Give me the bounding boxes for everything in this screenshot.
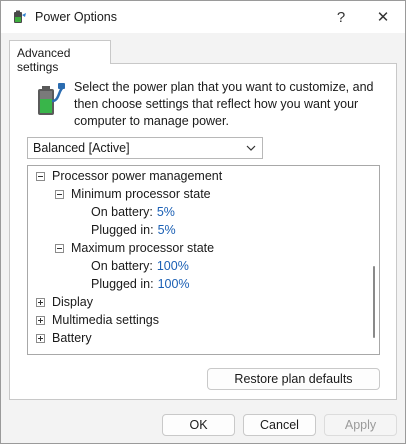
tab-label: Advanced settings [17, 46, 71, 74]
power-plan-value: Balanced [Active] [33, 141, 130, 155]
tree-item-maximum-processor-state[interactable]: Maximum processor state [55, 239, 214, 257]
min-on-battery-setting: On battery: 5% [91, 203, 175, 221]
tree-item-label: Multimedia settings [52, 313, 159, 327]
min-plugged-in-value[interactable]: 5% [158, 223, 176, 237]
cancel-button[interactable]: Cancel [243, 414, 316, 436]
expand-icon[interactable] [36, 333, 45, 343]
tree-item-multimedia-settings[interactable]: Multimedia settings [36, 311, 159, 329]
close-button[interactable]: ✕ [361, 1, 405, 33]
collapse-icon[interactable] [55, 243, 64, 253]
collapse-icon[interactable] [55, 189, 64, 199]
tree-item-battery[interactable]: Battery [36, 329, 92, 347]
min-on-battery-value[interactable]: 5% [157, 205, 175, 219]
apply-button[interactable]: Apply [324, 414, 397, 436]
description-text: Select the power plan that you want to c… [74, 80, 374, 128]
tree-item-label: Maximum processor state [71, 241, 215, 255]
settings-tree[interactable]: Processor power management Minimum proce… [27, 165, 380, 355]
tree-scrollbar[interactable] [368, 166, 379, 354]
scrollbar-thumb[interactable] [373, 266, 375, 338]
power-options-window: Power Options ? ✕ Advanced settings Sele… [0, 0, 406, 444]
setting-label: Plugged in: [91, 223, 154, 237]
max-on-battery-setting: On battery: 100% [91, 257, 189, 275]
tree-item-display[interactable]: Display [36, 293, 93, 311]
tree-item-label: Minimum processor state [71, 187, 211, 201]
tree-item-minimum-processor-state[interactable]: Minimum processor state [55, 185, 211, 203]
setting-label: On battery: [91, 205, 153, 219]
ok-button[interactable]: OK [162, 414, 235, 436]
expand-icon[interactable] [36, 315, 45, 325]
restore-plan-defaults-button[interactable]: Restore plan defaults [207, 368, 380, 390]
tree-item-label: Display [52, 295, 93, 309]
tree-item-processor-power-management[interactable]: Processor power management [36, 167, 222, 185]
tab-advanced-settings[interactable]: Advanced settings [9, 40, 111, 74]
power-plan-select[interactable]: Balanced [Active] [27, 137, 263, 159]
chevron-down-icon [246, 145, 256, 151]
help-button[interactable]: ? [319, 1, 363, 33]
setting-label: Plugged in: [91, 277, 154, 291]
close-icon: ✕ [376, 9, 390, 26]
max-plugged-in-value[interactable]: 100% [158, 277, 190, 291]
max-plugged-in-setting: Plugged in: 100% [91, 275, 190, 293]
setting-label: On battery: [91, 259, 153, 273]
battery-plug-icon [38, 83, 65, 115]
title-bar: Power Options ? ✕ [1, 1, 405, 33]
min-plugged-in-setting: Plugged in: 5% [91, 221, 176, 239]
expand-icon[interactable] [36, 297, 45, 307]
max-on-battery-value[interactable]: 100% [157, 259, 189, 273]
collapse-icon[interactable] [36, 171, 45, 181]
window-title: Power Options [35, 10, 117, 24]
tree-item-label: Processor power management [52, 169, 223, 183]
power-options-icon [14, 10, 26, 23]
tree-item-label: Battery [52, 331, 92, 345]
help-icon: ? [336, 8, 346, 26]
